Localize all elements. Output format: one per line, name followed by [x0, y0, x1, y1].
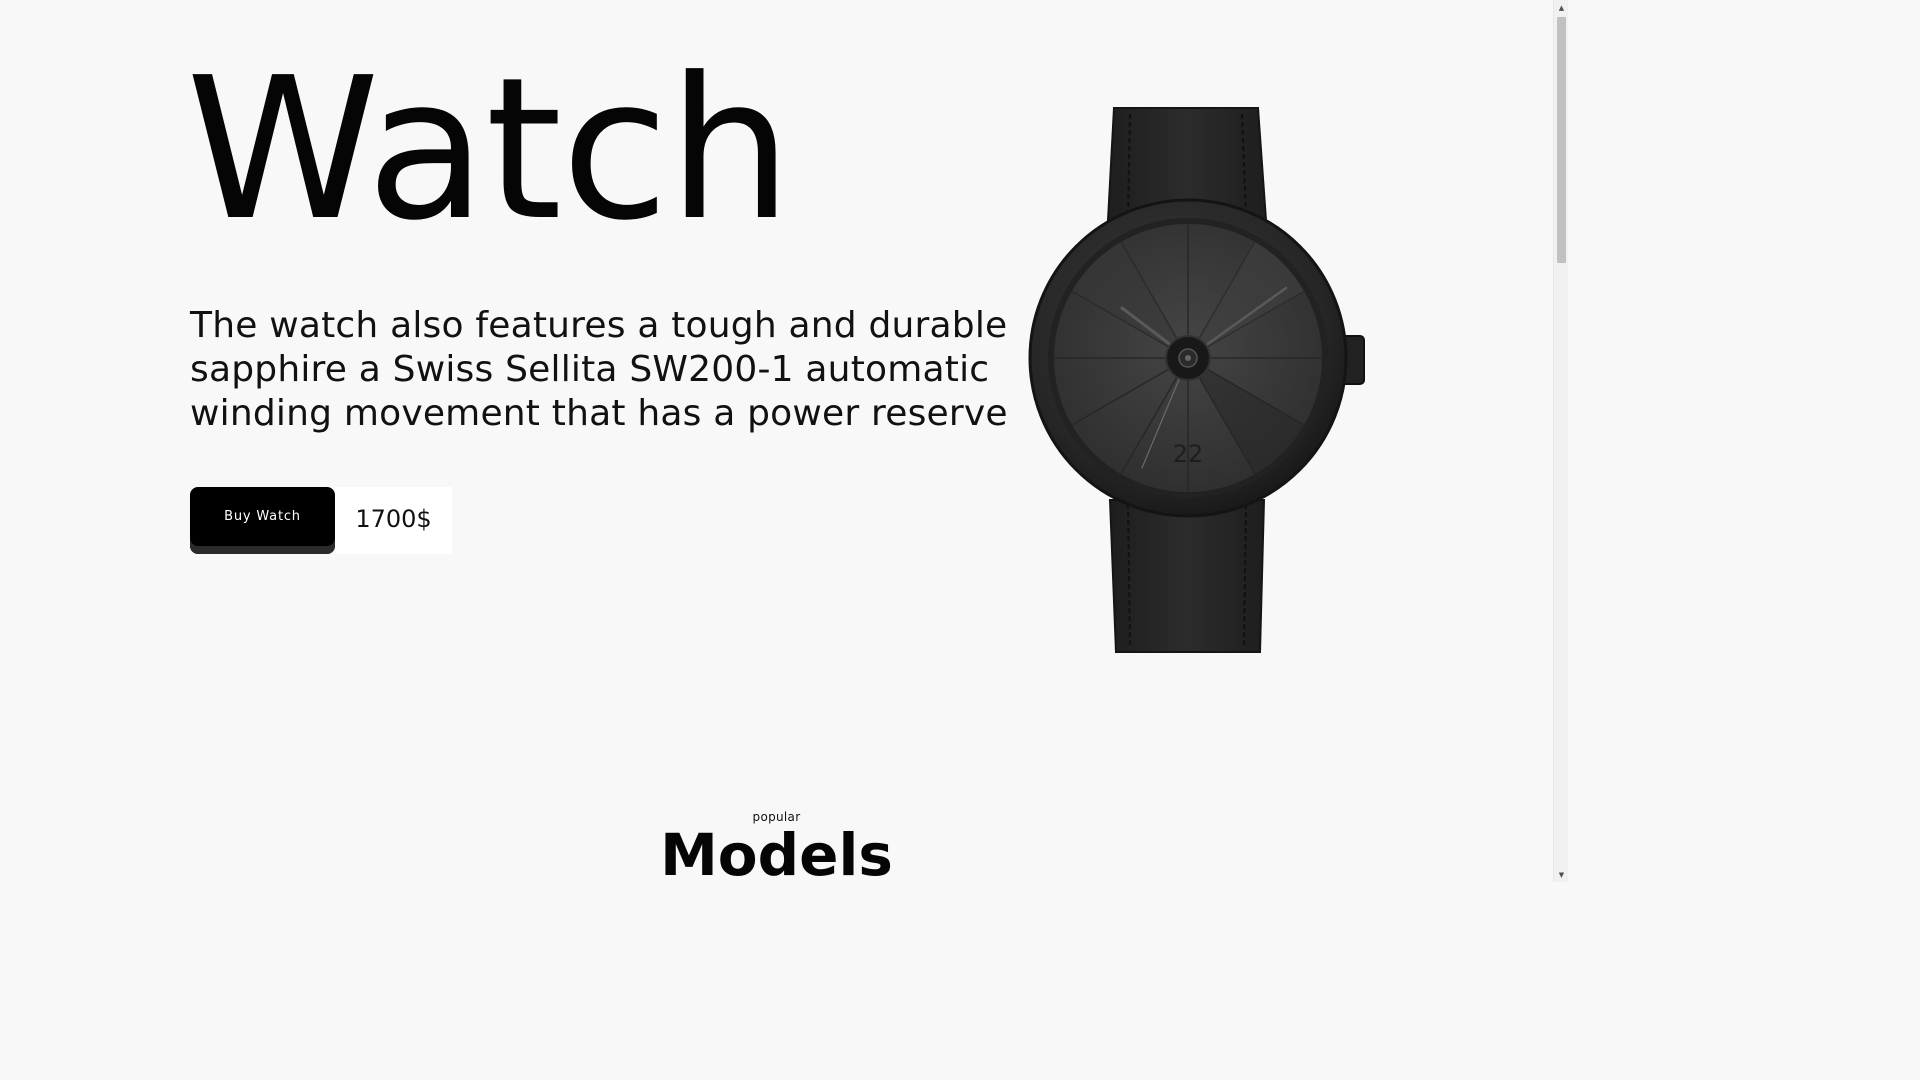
dial-number: 22 — [1173, 440, 1204, 468]
watch-illustration: 22 — [1028, 107, 1365, 653]
purchase-group: Buy Watch 1700$ — [190, 487, 452, 554]
page: Watch The watch also features a tough an… — [0, 0, 1568, 882]
scroll-up-icon[interactable]: ▲ — [1554, 0, 1568, 15]
vertical-scrollbar[interactable]: ▲ ▼ — [1553, 0, 1568, 882]
price-label: 1700$ — [335, 487, 452, 554]
watch-strap-bottom — [1108, 499, 1266, 653]
section-title: Models — [660, 821, 893, 882]
watch-product-image: 22 — [1028, 100, 1368, 660]
scroll-down-icon[interactable]: ▼ — [1554, 867, 1568, 882]
hero-description: The watch also features a tough and dura… — [190, 305, 1008, 434]
scrollbar-thumb[interactable] — [1557, 17, 1566, 263]
hero-title: Watch — [186, 36, 792, 264]
buy-watch-button[interactable]: Buy Watch — [190, 487, 335, 554]
